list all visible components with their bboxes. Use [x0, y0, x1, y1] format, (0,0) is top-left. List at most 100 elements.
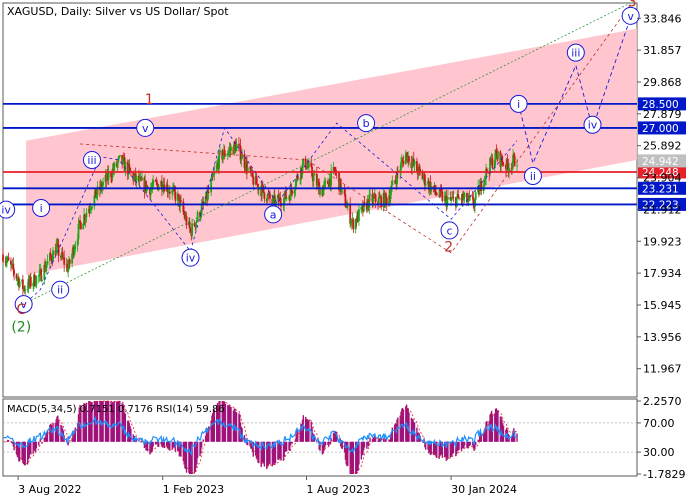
- wave-label-text: v: [627, 10, 634, 23]
- candle-body: [369, 194, 371, 195]
- candle-body: [291, 190, 294, 194]
- candle-body: [435, 193, 438, 195]
- candle-body: [141, 177, 143, 181]
- candle-body: [168, 191, 171, 194]
- y-tick-label: 21.912: [643, 203, 682, 216]
- wave-label-text: c: [446, 224, 452, 237]
- x-tick-label: 1 Feb 2023: [163, 483, 224, 496]
- candle-body: [263, 192, 266, 199]
- candle-body: [63, 257, 66, 265]
- candle-body: [377, 197, 380, 205]
- candle-body: [152, 180, 155, 186]
- candle-body: [352, 219, 355, 230]
- candle-body: [218, 150, 221, 153]
- wave-label-text: ii: [530, 170, 536, 183]
- x-tick-label: 30 Jan 2024: [451, 483, 517, 496]
- candle-body: [224, 155, 227, 157]
- wave-degree-label: (2): [11, 320, 31, 336]
- candle-body: [102, 182, 105, 186]
- candle-body: [29, 276, 32, 287]
- wave-label-text: iii: [571, 47, 580, 60]
- wave-label-text: a: [270, 208, 277, 221]
- candle-body: [35, 276, 38, 286]
- wave-label-text: iii: [87, 154, 96, 167]
- wave-label-text: iv: [1, 204, 11, 217]
- y-tick-label: 29.868: [643, 76, 682, 89]
- candle-body: [363, 202, 366, 204]
- y-tick-label: 13.956: [643, 331, 682, 344]
- y-tick-label: 15.945: [643, 299, 682, 312]
- candle-body: [502, 164, 505, 166]
- wave-degree-label: C: [16, 302, 26, 318]
- candle-body: [455, 198, 458, 207]
- candle-body: [380, 196, 383, 207]
- wave-label-text: i: [40, 202, 43, 215]
- candle-body: [516, 165, 518, 167]
- candle-body: [262, 186, 265, 193]
- wave-label-text: b: [363, 117, 370, 130]
- candle-body: [124, 161, 127, 171]
- candle-body: [135, 175, 138, 182]
- candle-body: [447, 197, 449, 200]
- candle-body: [74, 245, 77, 250]
- candle-body: [261, 184, 264, 187]
- candle-body: [408, 156, 410, 163]
- candle-body: [113, 163, 116, 171]
- candle-body: [400, 162, 402, 170]
- candle-body: [358, 209, 360, 222]
- candle-body: [24, 289, 27, 291]
- candle-body: [413, 161, 416, 165]
- y-tick-label: 23.904: [643, 172, 682, 185]
- wave-degree-label: 2: [444, 239, 453, 255]
- candle-body: [68, 259, 71, 264]
- candle-body: [193, 223, 196, 226]
- wave-label-text: iv: [186, 252, 196, 265]
- candle-body: [85, 213, 88, 218]
- candle-body: [91, 206, 93, 209]
- candle-body: [180, 200, 182, 202]
- candle-body: [46, 261, 49, 265]
- current-price-label: 24.942: [642, 156, 679, 168]
- candle-body: [191, 223, 193, 236]
- candle-body: [207, 191, 210, 193]
- wave-degree-label: 1: [145, 92, 154, 108]
- y-tick-label: 25.892: [643, 140, 682, 153]
- indicator-tick-label: 70.00: [643, 417, 675, 430]
- candle-body: [474, 192, 477, 200]
- candle-body: [304, 158, 307, 168]
- chart-title: XAGUSD, Daily: Silver vs US Dollar/ Spot: [7, 5, 229, 18]
- candle-body: [18, 281, 21, 287]
- candle-body: [497, 151, 499, 159]
- candle-body: [269, 193, 271, 199]
- candle-body: [391, 180, 394, 186]
- wave-label-text: ii: [57, 284, 63, 297]
- candle-body: [7, 257, 10, 261]
- candle-body: [241, 154, 244, 159]
- candle-body: [79, 222, 82, 230]
- y-tick-label: 27.879: [643, 108, 682, 121]
- candle-body: [195, 222, 197, 227]
- wave-label-text: i: [517, 98, 520, 111]
- candle-body: [52, 250, 54, 262]
- candle-body: [252, 176, 255, 185]
- candle-body: [313, 173, 316, 176]
- price-chart: 28.50027.00024.24823.23122.22324.942 iv i…: [0, 0, 700, 500]
- candle-body: [41, 279, 43, 281]
- candle-body: [324, 181, 327, 182]
- candle-body: [424, 184, 427, 186]
- candle-body: [2, 254, 4, 262]
- wave-degree-label: 3: [628, 0, 637, 10]
- candle-body: [174, 191, 177, 201]
- y-tick-label: 33.846: [643, 12, 682, 25]
- wave-label-text: iv: [588, 119, 598, 132]
- indicator-title: MACD(5,34,5) 0.7151 0.7176 RSI(14) 59.86: [7, 404, 225, 415]
- candle-body: [463, 192, 466, 198]
- y-tick-label: 17.934: [643, 267, 682, 280]
- candle-body: [235, 143, 238, 152]
- level-price-label: 27.000: [642, 123, 679, 135]
- candle-body: [312, 175, 315, 182]
- candle-body: [107, 172, 110, 180]
- y-tick-label: 19.923: [643, 235, 682, 248]
- candle-body: [196, 212, 199, 221]
- x-tick-label: 3 Aug 2022: [18, 483, 81, 496]
